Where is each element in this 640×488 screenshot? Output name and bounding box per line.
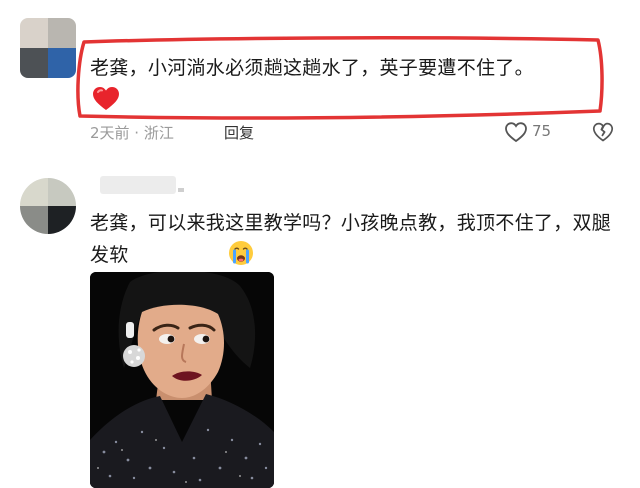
woman-portrait-image	[90, 272, 274, 488]
comment-text: 老龚，可以来我这里教学吗？小孩晚点教，我顶不住了，双腿发软	[90, 212, 612, 266]
comment-text: 老龚，小河淌水必须趟这趟水了，英子要遭不住了。	[90, 57, 534, 79]
username-blurred[interactable]	[100, 176, 176, 194]
meme-photo[interactable]	[90, 272, 274, 488]
user-avatar[interactable]	[20, 178, 76, 234]
user-avatar[interactable]	[20, 18, 76, 78]
reply-button[interactable]: 回复	[224, 122, 254, 143]
comment-meta: 2天前 · 浙江	[90, 124, 174, 142]
like-heart-icon[interactable]	[504, 121, 528, 143]
red-heart-icon	[93, 87, 119, 110]
broken-heart-icon[interactable]	[592, 121, 614, 143]
crying-face-icon	[229, 241, 253, 265]
username-badge	[178, 188, 184, 192]
like-count: 75	[532, 122, 552, 140]
